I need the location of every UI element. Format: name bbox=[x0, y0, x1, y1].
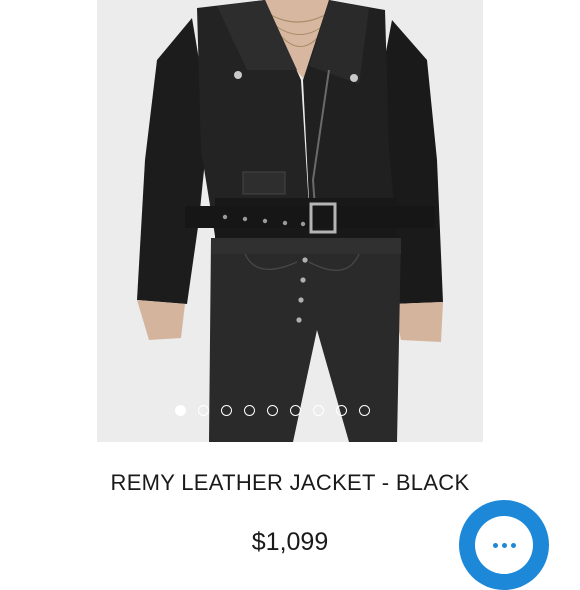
carousel-dot[interactable] bbox=[313, 405, 324, 416]
carousel-indicators bbox=[175, 405, 370, 419]
chat-button[interactable] bbox=[459, 500, 549, 590]
carousel-dot[interactable] bbox=[244, 405, 255, 416]
carousel-dot[interactable] bbox=[267, 405, 278, 416]
product-image[interactable] bbox=[97, 0, 483, 442]
product-photo-illustration bbox=[137, 0, 443, 442]
carousel-dot[interactable] bbox=[290, 405, 301, 416]
carousel-dot[interactable] bbox=[175, 405, 186, 416]
carousel-dot[interactable] bbox=[359, 405, 370, 416]
product-title: REMY LEATHER JACKET - BLACK bbox=[110, 470, 470, 495]
carousel-dot[interactable] bbox=[336, 405, 347, 416]
ellipsis-icon bbox=[475, 516, 533, 574]
carousel-dot[interactable] bbox=[198, 405, 209, 416]
carousel-dot[interactable] bbox=[221, 405, 232, 416]
